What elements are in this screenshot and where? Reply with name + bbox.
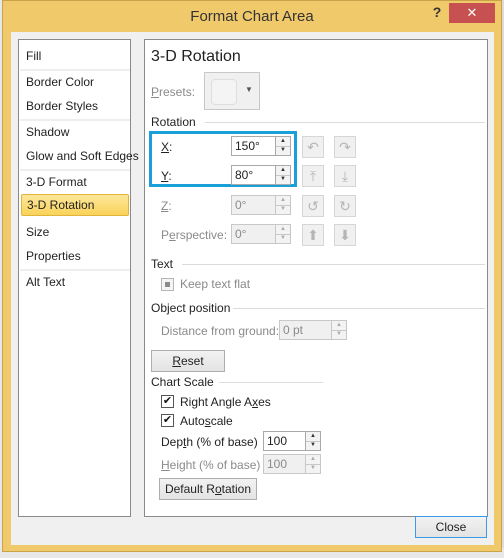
right-angle-axes-checkbox[interactable]: ✔ <box>161 395 174 408</box>
keep-text-flat-label: Keep text flat <box>180 277 251 291</box>
spin-down-icon[interactable]: ▼ <box>306 441 320 450</box>
spin-down-icon[interactable]: ▼ <box>276 146 290 155</box>
text-section-label: Text <box>151 257 174 271</box>
reset-button[interactable]: Reset <box>151 350 225 372</box>
spin-down-icon[interactable]: ▼ <box>276 234 290 243</box>
sidebar-item-size[interactable]: Size <box>20 221 130 243</box>
distance-from-ground-input[interactable]: 0 pt <box>279 320 335 340</box>
widen-perspective-icon: ⬇ <box>339 227 351 243</box>
help-button[interactable]: ? <box>427 3 447 21</box>
rotate-right-icon: ↷ <box>339 139 351 155</box>
object-position-section-label: Object position <box>151 301 231 315</box>
y-rotation-label: Y: <box>161 169 172 183</box>
dialog-client: Fill Border Color Border Styles Shadow G… <box>11 32 494 545</box>
rotation-section-label: Rotation <box>151 115 196 129</box>
rotate-down-icon: ⤓ <box>341 168 349 184</box>
depth-spinner[interactable]: ▲ ▼ <box>305 431 321 451</box>
presets-dropdown[interactable]: ▼ <box>204 72 260 110</box>
height-input[interactable]: 100 <box>263 454 309 474</box>
section-divider <box>182 264 485 265</box>
autoscale-label: Autoscale <box>180 414 233 428</box>
spin-down-icon[interactable]: ▼ <box>276 175 290 184</box>
widen-perspective-button[interactable]: ⬇ <box>334 224 356 246</box>
right-angle-axes-label: Right Angle Axes <box>180 395 271 409</box>
sidebar-item-border-styles[interactable]: Border Styles <box>20 95 130 117</box>
sidebar-item-fill[interactable]: Fill <box>20 45 130 67</box>
narrow-perspective-icon: ⬆ <box>307 227 319 243</box>
y-rotation-input[interactable]: 80° <box>231 165 279 185</box>
chevron-down-icon: ▼ <box>245 85 253 94</box>
spin-down-icon[interactable]: ▼ <box>276 205 290 214</box>
y-rotation-spinner[interactable]: ▲ ▼ <box>275 165 291 185</box>
z-rotation-spinner[interactable]: ▲ ▼ <box>275 195 291 215</box>
rotate-up-button[interactable]: ⤒ <box>302 165 324 187</box>
perspective-spinner[interactable]: ▲ ▼ <box>275 224 291 244</box>
section-divider <box>205 122 485 123</box>
spin-down-icon[interactable]: ▼ <box>332 330 346 339</box>
rotate-clockwise-button[interactable]: ↻ <box>334 195 356 217</box>
height-label: Height (% of base) <box>161 458 261 472</box>
close-button[interactable]: Close <box>415 516 487 538</box>
z-rotation-input[interactable]: 0° <box>231 195 279 215</box>
height-spinner[interactable]: ▲ ▼ <box>305 454 321 474</box>
settings-panel: 3-D Rotation Presets: ▼ Rotation X: 150°… <box>144 39 488 517</box>
autoscale-checkbox[interactable]: ✔ <box>161 414 174 427</box>
sidebar-item-alt-text[interactable]: Alt Text <box>20 271 130 293</box>
sidebar-item-properties[interactable]: Properties <box>20 245 130 267</box>
rotate-down-button[interactable]: ⤓ <box>334 165 356 187</box>
perspective-label: Perspective: <box>161 228 228 242</box>
depth-label: Depth (% of base) <box>161 435 258 449</box>
default-rotation-button[interactable]: Default Rotation <box>159 478 257 500</box>
x-rotation-label: X: <box>161 140 173 154</box>
keep-text-flat-checkbox[interactable] <box>161 278 174 291</box>
distance-from-ground-spinner[interactable]: ▲ ▼ <box>331 320 347 340</box>
x-rotation-spinner[interactable]: ▲ ▼ <box>275 136 291 156</box>
format-chart-area-dialog: Format Chart Area ? ✕ Fill Border Color … <box>2 0 502 552</box>
narrow-perspective-button[interactable]: ⬆ <box>302 224 324 246</box>
sidebar-item-3d-format[interactable]: 3-D Format <box>20 171 130 193</box>
section-divider <box>219 382 323 383</box>
preset-thumbnail <box>211 79 237 105</box>
x-rotation-input[interactable]: 150° <box>231 136 279 156</box>
chart-scale-section-label: Chart Scale <box>151 375 214 389</box>
sidebar-item-glow-soft-edges[interactable]: Glow and Soft Edges <box>20 145 139 167</box>
title-bar[interactable]: Format Chart Area ? ✕ <box>3 1 501 33</box>
rotate-clockwise-icon: ↻ <box>339 198 351 214</box>
sidebar-item-border-color[interactable]: Border Color <box>20 71 130 93</box>
close-window-button[interactable]: ✕ <box>449 3 495 23</box>
rotate-counterclockwise-icon: ↺ <box>307 198 319 214</box>
category-list: Fill Border Color Border Styles Shadow G… <box>18 39 139 517</box>
perspective-input[interactable]: 0° <box>231 224 279 244</box>
close-icon: ✕ <box>466 5 478 20</box>
panel-heading: 3-D Rotation <box>151 48 241 65</box>
sidebar-item-shadow[interactable]: Shadow <box>20 121 130 143</box>
presets-label: Presets: <box>151 85 196 99</box>
rotate-counterclockwise-button[interactable]: ↺ <box>302 195 324 217</box>
rotate-left-icon: ↶ <box>307 139 319 155</box>
depth-input[interactable]: 100 <box>263 431 309 451</box>
section-divider <box>233 308 485 309</box>
z-rotation-label: Z: <box>161 199 172 213</box>
distance-from-ground-label: Distance from ground: <box>161 324 280 338</box>
sidebar-item-3d-rotation[interactable]: 3-D Rotation <box>21 194 129 216</box>
spin-down-icon[interactable]: ▼ <box>306 464 320 473</box>
rotate-right-button[interactable]: ↷ <box>334 136 356 158</box>
rotate-up-icon: ⤒ <box>309 168 317 184</box>
rotate-left-button[interactable]: ↶ <box>302 136 324 158</box>
